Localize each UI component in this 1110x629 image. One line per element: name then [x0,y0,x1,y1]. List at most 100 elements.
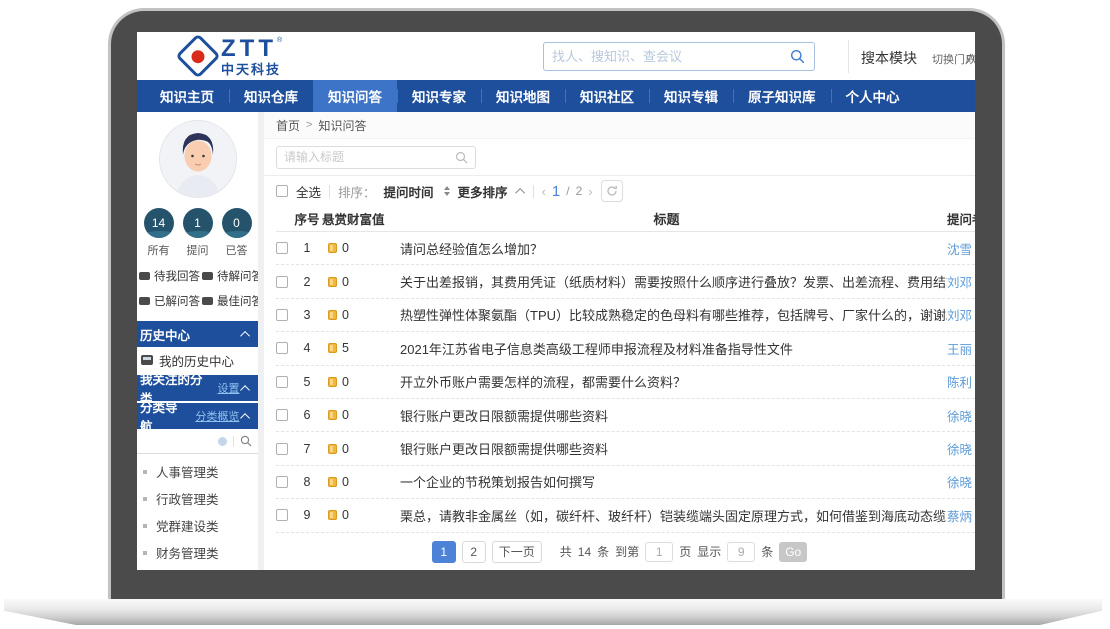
stat-所有[interactable]: 14所有 [144,208,174,258]
row-checkbox[interactable] [276,276,288,288]
question-title-link[interactable]: 栗总，请教非金属丝（如，碳纤杆、玻纤杆）铠装缆端头固定原理方式，如何借鉴到海底动… [386,506,947,525]
nav-item-1[interactable]: 知识主页 [145,80,229,112]
nav-item-3[interactable]: 知识问答 [313,80,397,112]
question-title-link[interactable]: 一个企业的节税策划报告如何撰写 [386,472,947,491]
row-bounty: 0 [342,408,349,422]
row-checkbox[interactable] [276,476,288,488]
category-item[interactable]: 财务管理类 [137,539,258,566]
page-size-input[interactable] [727,542,755,562]
select-all-checkbox[interactable] [276,185,288,197]
logo-registered-mark: ® [277,37,282,44]
quick-link-待解问答[interactable]: 待解问答 [202,268,258,284]
category-search-box[interactable]: | [137,429,258,454]
category-overview-link[interactable]: 分类概览 [195,408,239,424]
row-checkbox[interactable] [276,509,288,521]
nav-item-9[interactable]: 个人中心 [831,80,915,112]
clear-icon[interactable] [218,437,227,446]
chevron-up-icon [240,413,250,423]
asker-link[interactable]: 徐晓 [947,472,975,491]
breadcrumb-home[interactable]: 首页 [276,117,300,134]
coin-icon [328,243,337,253]
ztt-logo: ZTT® 中天科技 [182,37,282,76]
row-checkbox[interactable] [276,342,288,354]
category-item[interactable]: 人事管理类 [137,458,258,485]
nav-item-6[interactable]: 知识社区 [565,80,649,112]
category-item[interactable]: 行政管理类 [137,485,258,512]
nav-item-7[interactable]: 知识专辑 [649,80,733,112]
total-pages: 2 [576,184,583,198]
question-title-link[interactable]: 热塑性弹性体聚氨酯（TPU）比较成熟稳定的色母料有哪些推荐，包括牌号、厂家什么的… [386,305,947,324]
question-title-link[interactable]: 关于出差报销，其费用凭证（纸质材料）需要按照什么顺序进行叠放？发票、出差流程、费… [386,272,947,291]
sort-label: 排序： [338,182,376,201]
quick-link-待我回答[interactable]: 待我回答 [139,268,200,284]
page-separator: / [566,184,569,198]
refresh-button[interactable] [601,180,623,202]
asker-link[interactable]: 陈利 [947,372,975,391]
page-buttons: 12 [432,541,486,563]
question-row: 9 0 栗总，请教非金属丝（如，碳纤杆、玻纤杆）铠装缆端头固定原理方式，如何借鉴… [276,499,975,532]
question-row: 8 0 一个企业的节税策划报告如何撰写 徐晓 [276,466,975,499]
global-search-input[interactable] [544,49,790,64]
goto-page-input[interactable] [645,542,673,562]
prev-page-icon[interactable]: ‹ [542,184,546,199]
row-checkbox[interactable] [276,443,288,455]
title-search-input[interactable] [277,150,455,164]
question-table: 序号 悬赏财富值 标题 提问者 1 0 请问总经验值怎么增加？ 沈雪 2 0 关… [276,206,975,533]
go-button[interactable]: Go [779,542,807,562]
quick-link-已解问答[interactable]: 已解问答 [139,293,200,309]
current-page: 1 [552,183,560,200]
question-title-link[interactable]: 开立外币账户需要怎样的流程，都需要什么资料？ [386,372,947,391]
table-header-row: 序号 悬赏财富值 标题 提问者 [276,206,975,232]
main-nav: 知识主页知识仓库知识问答知识专家知识地图知识社区知识专辑原子知识库个人中心 [137,80,975,112]
title-search-icon[interactable] [455,151,468,164]
next-page-icon[interactable]: › [588,184,592,199]
search-module-button[interactable]: 搜本模块 [861,48,917,68]
goto-prefix: 到第 [615,543,639,560]
question-title-link[interactable]: 银行账户更改日限额需提供哪些资料 [386,406,947,425]
coin-icon [328,444,337,454]
quick-link-最佳问答[interactable]: 最佳问答 [202,293,258,309]
category-item[interactable]: 营销管理类 [137,566,258,570]
stat-已答[interactable]: 0已答 [222,208,252,258]
asker-link[interactable]: 蔡炳 [947,506,975,525]
solved-bubble-icon [139,297,150,305]
avatar[interactable] [159,120,237,198]
asker-link[interactable]: 王丽 [947,339,975,358]
asker-link[interactable]: 沈雪 [947,239,975,258]
sort-field-button[interactable]: 提问时间 [384,182,434,201]
asker-link[interactable]: 刘邓 [947,305,975,324]
next-page-button[interactable]: 下一页 [492,541,542,563]
row-checkbox[interactable] [276,242,288,254]
sidebar-section-category-nav[interactable]: 分类导航 分类概览 [137,403,258,429]
asker-link[interactable]: 刘邓 [947,272,975,291]
row-checkbox[interactable] [276,376,288,388]
asker-link[interactable]: 徐晓 [947,439,975,458]
sidebar-section-history[interactable]: 历史中心 [137,321,258,347]
row-checkbox[interactable] [276,409,288,421]
row-checkbox[interactable] [276,309,288,321]
page-button-1[interactable]: 1 [432,541,456,563]
nav-item-8[interactable]: 原子知识库 [733,80,831,112]
sort-arrows-icon[interactable] [444,186,450,196]
question-title-link[interactable]: 2021年江苏省电子信息类高级工程师申报流程及材料准备指导性文件 [386,339,947,358]
nav-item-4[interactable]: 知识专家 [397,80,481,112]
category-search-icon[interactable] [240,435,252,447]
category-item[interactable]: 党群建设类 [137,512,258,539]
more-sort-button[interactable]: 更多排序 [458,182,508,201]
page-button-2[interactable]: 2 [462,541,486,563]
question-row: 3 0 热塑性弹性体聚氨酯（TPU）比较成熟稳定的色母料有哪些推荐，包括牌号、厂… [276,299,975,332]
stat-提问[interactable]: 1提问 [183,208,213,258]
question-title-link[interactable]: 请问总经验值怎么增加？ [386,239,947,258]
asker-link[interactable]: 徐晓 [947,406,975,425]
show-suffix: 条 [761,543,773,560]
nav-item-2[interactable]: 知识仓库 [229,80,313,112]
question-title-link[interactable]: 银行账户更改日限额需提供哪些资料 [386,439,947,458]
followed-settings-link[interactable]: 设置 [217,380,239,396]
ztt-logo-diamond-icon [175,33,220,78]
row-no: 9 [292,508,322,522]
search-icon[interactable] [790,49,805,64]
select-all-label[interactable]: 全选 [296,182,321,201]
nav-item-5[interactable]: 知识地图 [481,80,565,112]
col-header-bounty: 悬赏财富值 [322,209,386,228]
coin-icon [328,377,337,387]
